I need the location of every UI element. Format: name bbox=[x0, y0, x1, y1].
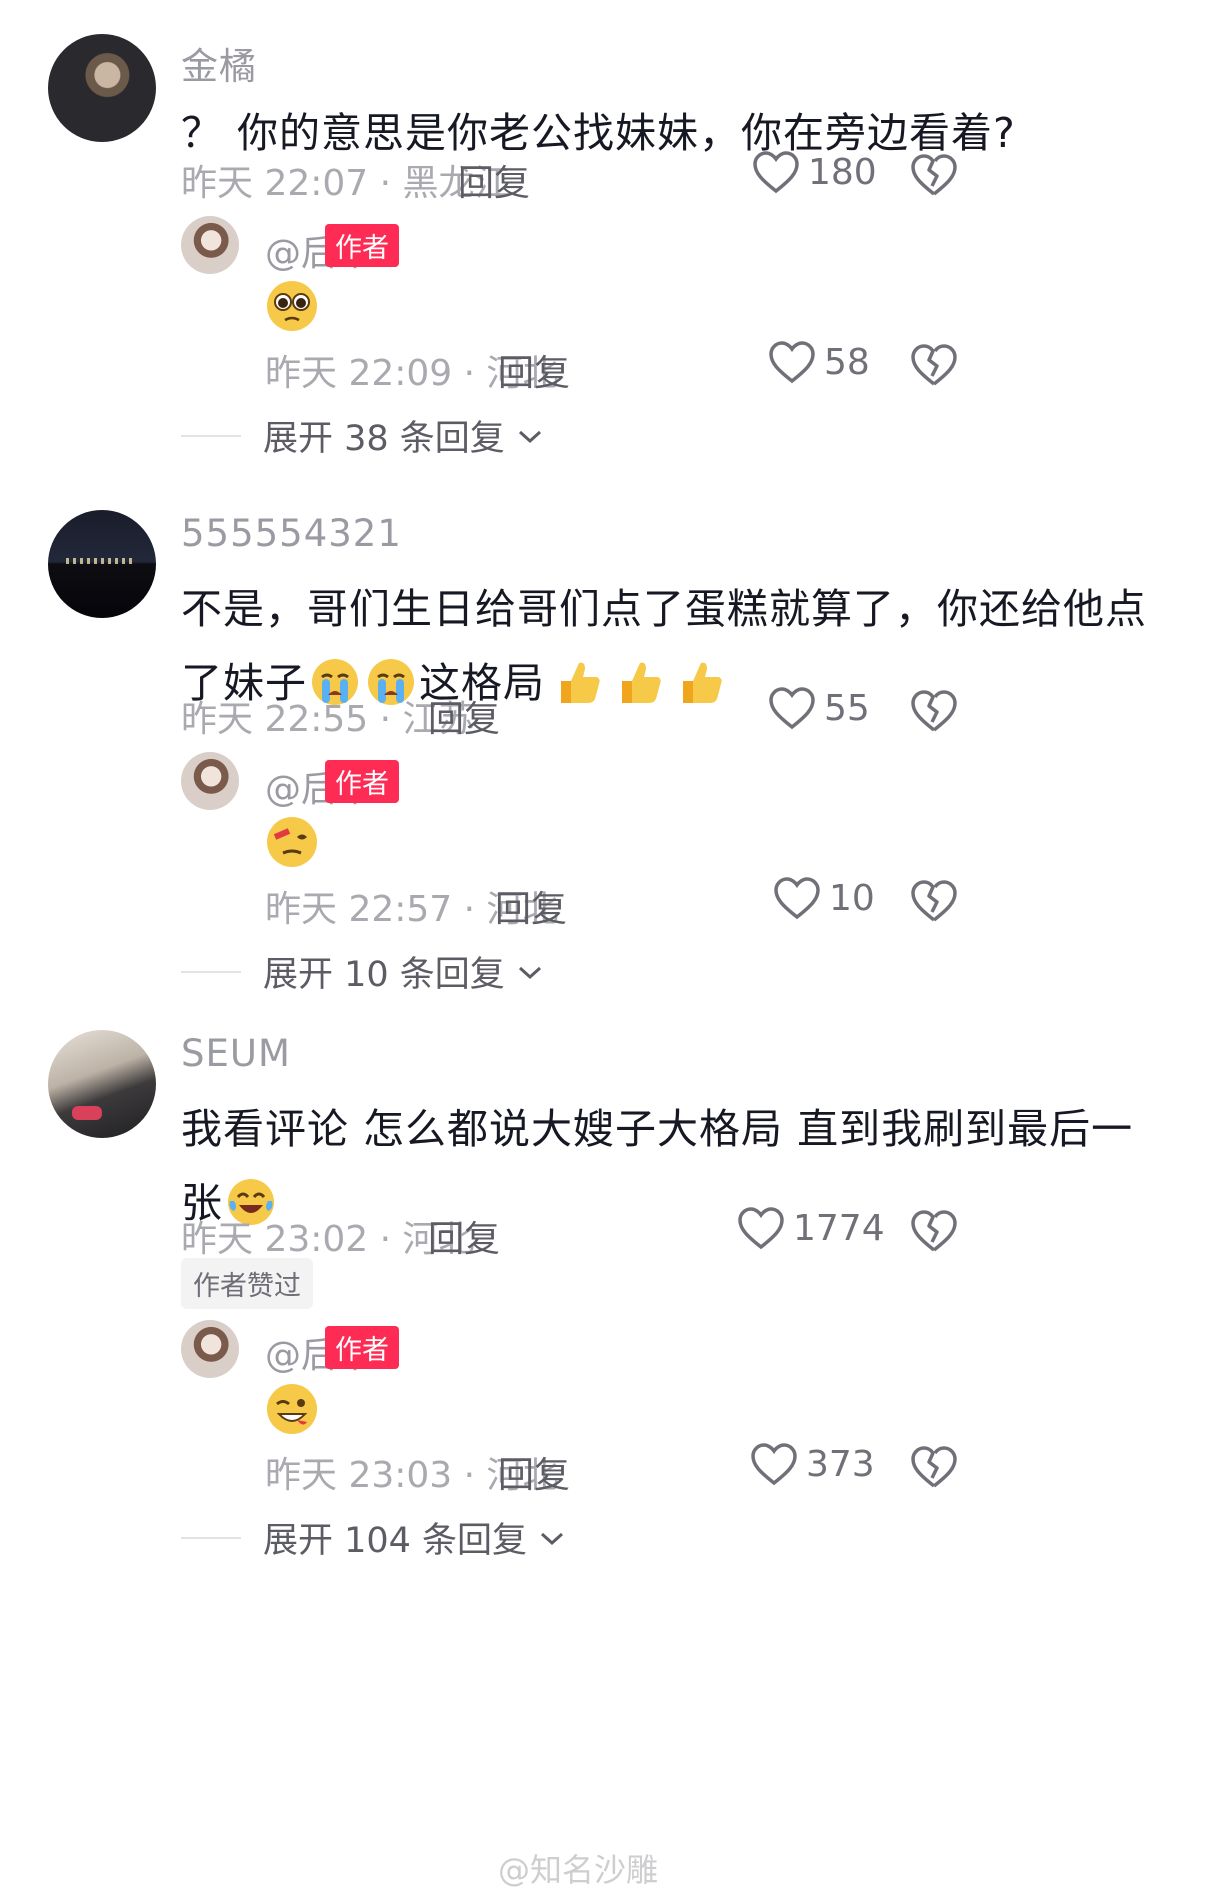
author-liked-badge: 作者赞过 bbox=[181, 1258, 313, 1309]
expand-replies-button[interactable]: 展开 104 条回复 bbox=[181, 1512, 567, 1563]
author-badge: 作者 bbox=[325, 224, 399, 267]
comment-text-part: 我看评论 怎么都说大嫂子大格局 直到我刷到最后一张 bbox=[181, 1105, 1134, 1227]
comment-username[interactable]: 555554321 bbox=[181, 512, 402, 555]
avatar[interactable] bbox=[48, 34, 156, 142]
expand-label: 展开 10 条回复 bbox=[263, 955, 505, 995]
like-button[interactable]: 55 bbox=[768, 686, 870, 730]
thumbs-up-emoji-icon bbox=[683, 662, 722, 703]
reply-button[interactable]: 回复 bbox=[498, 344, 570, 396]
heart-icon bbox=[738, 1207, 784, 1250]
broken-heart-icon[interactable] bbox=[910, 342, 958, 388]
dizzy-face-emoji-icon bbox=[267, 817, 317, 867]
reply-avatar[interactable] bbox=[181, 216, 239, 274]
chevron-down-icon bbox=[518, 430, 541, 443]
divider bbox=[181, 434, 241, 437]
heart-icon bbox=[753, 151, 799, 194]
broken-heart-icon[interactable] bbox=[910, 152, 958, 198]
like-button[interactable]: 373 bbox=[750, 1442, 875, 1486]
chevron-down-icon bbox=[518, 966, 541, 979]
reply-button[interactable]: 回复 bbox=[495, 880, 567, 932]
watermark: @知名沙雕 bbox=[498, 1851, 659, 1889]
reply-button[interactable]: 回复 bbox=[428, 1210, 500, 1262]
author-badge: 作者 bbox=[325, 760, 399, 803]
like-count: 58 bbox=[824, 341, 870, 383]
author-badge: 作者 bbox=[325, 1326, 399, 1369]
expand-label: 展开 104 条回复 bbox=[263, 1521, 528, 1561]
reply-avatar[interactable] bbox=[181, 752, 239, 810]
like-count: 10 bbox=[829, 877, 875, 919]
expand-replies-button[interactable]: 展开 10 条回复 bbox=[181, 946, 545, 997]
like-count: 373 bbox=[806, 1443, 875, 1485]
broken-heart-icon[interactable] bbox=[910, 1444, 958, 1490]
like-button[interactable]: 180 bbox=[752, 150, 877, 194]
like-button[interactable]: 1774 bbox=[737, 1206, 885, 1250]
reply-button[interactable]: 回复 bbox=[458, 154, 530, 206]
like-button[interactable]: 10 bbox=[773, 876, 875, 920]
divider bbox=[181, 1536, 241, 1539]
pleading-face-emoji-icon bbox=[267, 281, 317, 331]
expand-replies-button[interactable]: 展开 38 条回复 bbox=[181, 410, 545, 461]
chevron-down-icon bbox=[541, 1532, 564, 1545]
heart-icon bbox=[751, 1443, 797, 1486]
reply-button[interactable]: 回复 bbox=[498, 1446, 570, 1498]
like-count: 180 bbox=[808, 151, 877, 193]
like-count: 1774 bbox=[793, 1207, 885, 1249]
like-count: 55 bbox=[824, 687, 870, 729]
thumbs-up-emoji-icon bbox=[622, 662, 661, 703]
comment-list: 金橘 ？ 你的意思是你老公找妹妹，你在旁边看着? 昨天 22:07 · 黑龙江 … bbox=[0, 0, 1206, 1902]
thumbs-up-emoji-icon bbox=[561, 662, 600, 703]
winking-face-emoji-icon bbox=[267, 1384, 317, 1434]
comment-username[interactable]: 金橘 bbox=[181, 36, 257, 90]
avatar[interactable] bbox=[48, 1030, 156, 1138]
reply-avatar[interactable] bbox=[181, 1320, 239, 1378]
like-button[interactable]: 58 bbox=[768, 340, 870, 384]
heart-icon bbox=[774, 877, 820, 920]
broken-heart-icon[interactable] bbox=[910, 688, 958, 734]
heart-icon bbox=[769, 687, 815, 730]
avatar[interactable] bbox=[48, 510, 156, 618]
reply-button[interactable]: 回复 bbox=[428, 690, 500, 742]
broken-heart-icon[interactable] bbox=[910, 1208, 958, 1254]
expand-label: 展开 38 条回复 bbox=[263, 419, 505, 459]
comment-username[interactable]: SEUM bbox=[181, 1032, 291, 1075]
divider bbox=[181, 970, 241, 973]
heart-icon bbox=[769, 341, 815, 384]
broken-heart-icon[interactable] bbox=[910, 878, 958, 924]
